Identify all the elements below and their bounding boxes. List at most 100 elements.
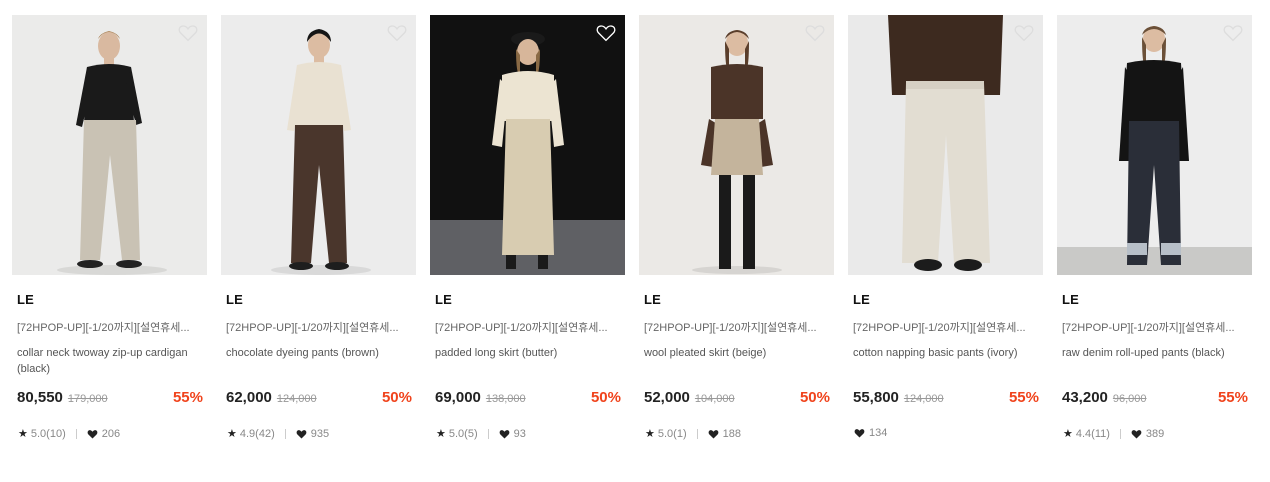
product-image[interactable] <box>848 15 1043 275</box>
price-row: 62,000 124,000 50% <box>226 389 412 406</box>
product-card[interactable]: LE [72HPOP-UP][-1/20까지][설연휴세... raw deni… <box>1057 15 1252 440</box>
star-icon: ★ <box>436 428 446 440</box>
divider <box>696 428 698 439</box>
review-meta: ★ 5.0(10) 206 <box>18 427 207 441</box>
wishlist-heart-icon[interactable] <box>596 24 616 42</box>
product-name[interactable]: chocolate dyeing pants (brown) <box>226 345 414 377</box>
original-price: 124,000 <box>903 393 944 405</box>
brand-name[interactable]: LE <box>226 292 416 307</box>
heart-filled-icon <box>1131 429 1142 439</box>
promo-text[interactable]: [72HPOP-UP][-1/20까지][설연휴세... <box>435 319 620 335</box>
discount-rate: 50% <box>381 389 412 406</box>
product-name[interactable]: padded long skirt (butter) <box>435 345 623 377</box>
discount-rate: 50% <box>799 389 830 406</box>
divider <box>487 428 489 439</box>
original-price: 124,000 <box>276 393 317 405</box>
brand-name[interactable]: LE <box>435 292 625 307</box>
rating-text: 5.0(10) <box>30 427 66 440</box>
product-name[interactable]: collar neck twoway zip-up cardigan (blac… <box>17 345 205 377</box>
product-name[interactable]: cotton napping basic pants (ivory) <box>853 345 1041 377</box>
promo-text[interactable]: [72HPOP-UP][-1/20까지][설연휴세... <box>853 319 1038 335</box>
original-price: 179,000 <box>67 393 108 405</box>
rating-text: 4.9(42) <box>239 427 275 440</box>
heart-filled-icon <box>854 429 865 438</box>
product-image[interactable] <box>639 15 834 275</box>
sale-price: 80,550 <box>17 389 63 406</box>
product-photo <box>430 15 625 275</box>
heart-filled-icon <box>499 429 509 439</box>
heart-filled-icon <box>708 429 718 439</box>
product-image[interactable] <box>1057 15 1252 275</box>
product-image[interactable] <box>430 15 625 275</box>
brand-name[interactable]: LE <box>644 292 834 307</box>
divider <box>284 428 286 439</box>
brand-name[interactable]: LE <box>1062 292 1252 307</box>
product-card[interactable]: LE [72HPOP-UP][-1/20까지][설연휴세... cotton n… <box>848 15 1043 440</box>
likes-count: 389 <box>1145 427 1165 440</box>
product-image[interactable] <box>12 15 207 275</box>
sale-price: 43,200 <box>1062 389 1108 406</box>
price-row: 55,800 124,000 55% <box>853 389 1039 406</box>
original-price: 138,000 <box>485 393 526 405</box>
sale-price: 55,800 <box>853 389 899 406</box>
brand-name[interactable]: LE <box>853 292 1043 307</box>
likes-count: 93 <box>513 427 526 440</box>
review-meta: ★ 4.4(11) 389 <box>1063 427 1252 441</box>
review-meta: ★ 4.9(42) 935 <box>227 427 416 441</box>
product-name[interactable]: raw denim roll-uped pants (black) <box>1062 345 1250 377</box>
heart-filled-icon <box>87 429 98 439</box>
promo-text[interactable]: [72HPOP-UP][-1/20까지][설연휴세... <box>644 319 829 335</box>
wishlist-heart-icon[interactable] <box>1223 24 1243 42</box>
rating-text: 5.0(5) <box>448 427 478 440</box>
star-icon: ★ <box>645 428 655 440</box>
review-meta: ★ 5.0(5) 93 <box>436 427 625 441</box>
wishlist-heart-icon[interactable] <box>805 24 825 42</box>
price-row: 52,000 104,000 50% <box>644 389 830 406</box>
star-icon: ★ <box>18 428 28 440</box>
discount-rate: 55% <box>172 389 203 406</box>
star-icon: ★ <box>1063 428 1073 440</box>
promo-text[interactable]: [72HPOP-UP][-1/20까지][설연휴세... <box>226 319 411 335</box>
wishlist-heart-icon[interactable] <box>387 24 407 42</box>
product-card[interactable]: LE [72HPOP-UP][-1/20까지][설연휴세... padded l… <box>430 15 625 440</box>
product-card[interactable]: LE [72HPOP-UP][-1/20까지][설연휴세... collar n… <box>12 15 207 440</box>
promo-text[interactable]: [72HPOP-UP][-1/20까지][설연휴세... <box>17 319 202 335</box>
wishlist-heart-icon[interactable] <box>178 24 198 42</box>
promo-text[interactable]: [72HPOP-UP][-1/20까지][설연휴세... <box>1062 319 1247 335</box>
rating-text: 5.0(1) <box>657 427 687 440</box>
likes-count: 134 <box>869 427 888 439</box>
star-icon: ★ <box>227 428 237 440</box>
price-row: 80,550 179,000 55% <box>17 389 203 406</box>
product-card[interactable]: LE [72HPOP-UP][-1/20까지][설연휴세... wool ple… <box>639 15 834 440</box>
product-name[interactable]: wool pleated skirt (beige) <box>644 345 832 377</box>
divider <box>1119 428 1121 439</box>
product-photo <box>639 15 834 275</box>
divider <box>75 428 77 439</box>
review-meta: 134 <box>854 427 1043 439</box>
review-meta: ★ 5.0(1) 188 <box>645 427 834 441</box>
sale-price: 69,000 <box>435 389 481 406</box>
price-row: 69,000 138,000 50% <box>435 389 621 406</box>
wishlist-heart-icon[interactable] <box>1014 24 1034 42</box>
product-photo <box>12 15 207 275</box>
product-photo <box>221 15 416 275</box>
likes-count: 935 <box>310 427 330 440</box>
discount-rate: 55% <box>1008 389 1039 406</box>
original-price: 104,000 <box>694 393 735 405</box>
heart-filled-icon <box>296 429 307 439</box>
product-card[interactable]: LE [72HPOP-UP][-1/20까지][설연휴세... chocolat… <box>221 15 416 440</box>
price-row: 43,200 96,000 55% <box>1062 389 1248 406</box>
discount-rate: 55% <box>1217 389 1248 406</box>
likes-count: 206 <box>101 427 121 440</box>
product-photo <box>1057 15 1252 275</box>
original-price: 96,000 <box>1112 393 1147 405</box>
sale-price: 52,000 <box>644 389 690 406</box>
brand-name[interactable]: LE <box>17 292 207 307</box>
product-photo <box>848 15 1043 275</box>
discount-rate: 50% <box>590 389 621 406</box>
product-image[interactable] <box>221 15 416 275</box>
product-grid: LE [72HPOP-UP][-1/20까지][설연휴세... collar n… <box>12 15 1252 440</box>
sale-price: 62,000 <box>226 389 272 406</box>
rating-text: 4.4(11) <box>1075 427 1110 440</box>
likes-count: 188 <box>722 427 741 440</box>
